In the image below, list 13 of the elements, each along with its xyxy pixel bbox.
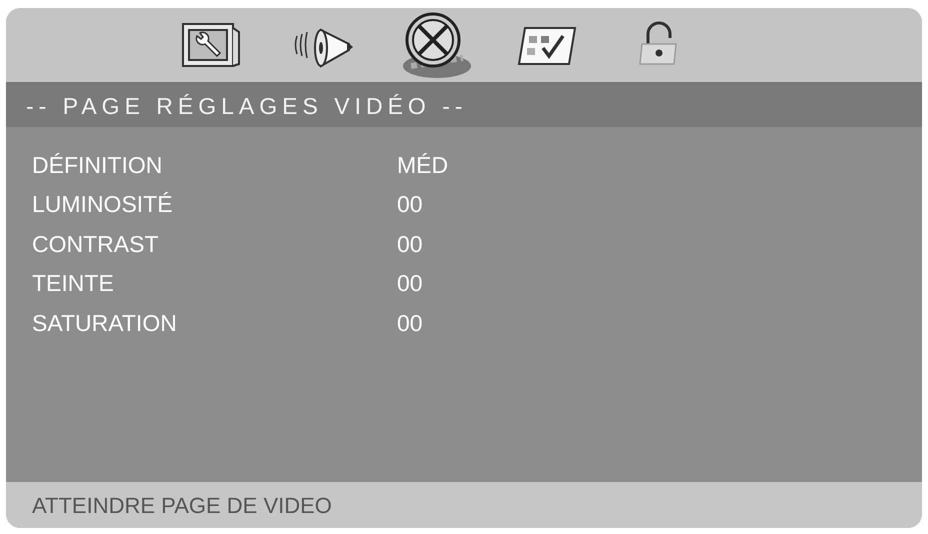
setting-value: 00 bbox=[397, 230, 423, 258]
setting-label[interactable]: TEINTE bbox=[32, 266, 397, 300]
setting-value: MÉD bbox=[397, 150, 448, 180]
setting-value: 00 bbox=[397, 190, 423, 219]
wrench-monitor-icon bbox=[179, 20, 243, 70]
status-text: ATTEINDRE PAGE DE VIDEO bbox=[32, 492, 332, 520]
setting-label[interactable]: DÉFINITION bbox=[32, 148, 397, 182]
page-title: -- PAGE RÉGLAGES VIDÉO -- bbox=[26, 92, 468, 121]
setting-value: 00 bbox=[397, 269, 423, 298]
setting-value: 00 bbox=[397, 308, 423, 338]
setting-label[interactable]: CONTRAST bbox=[32, 226, 397, 261]
setting-label[interactable]: SATURATION bbox=[32, 306, 397, 340]
setting-label[interactable]: LUMINOSITÉ bbox=[32, 187, 397, 222]
